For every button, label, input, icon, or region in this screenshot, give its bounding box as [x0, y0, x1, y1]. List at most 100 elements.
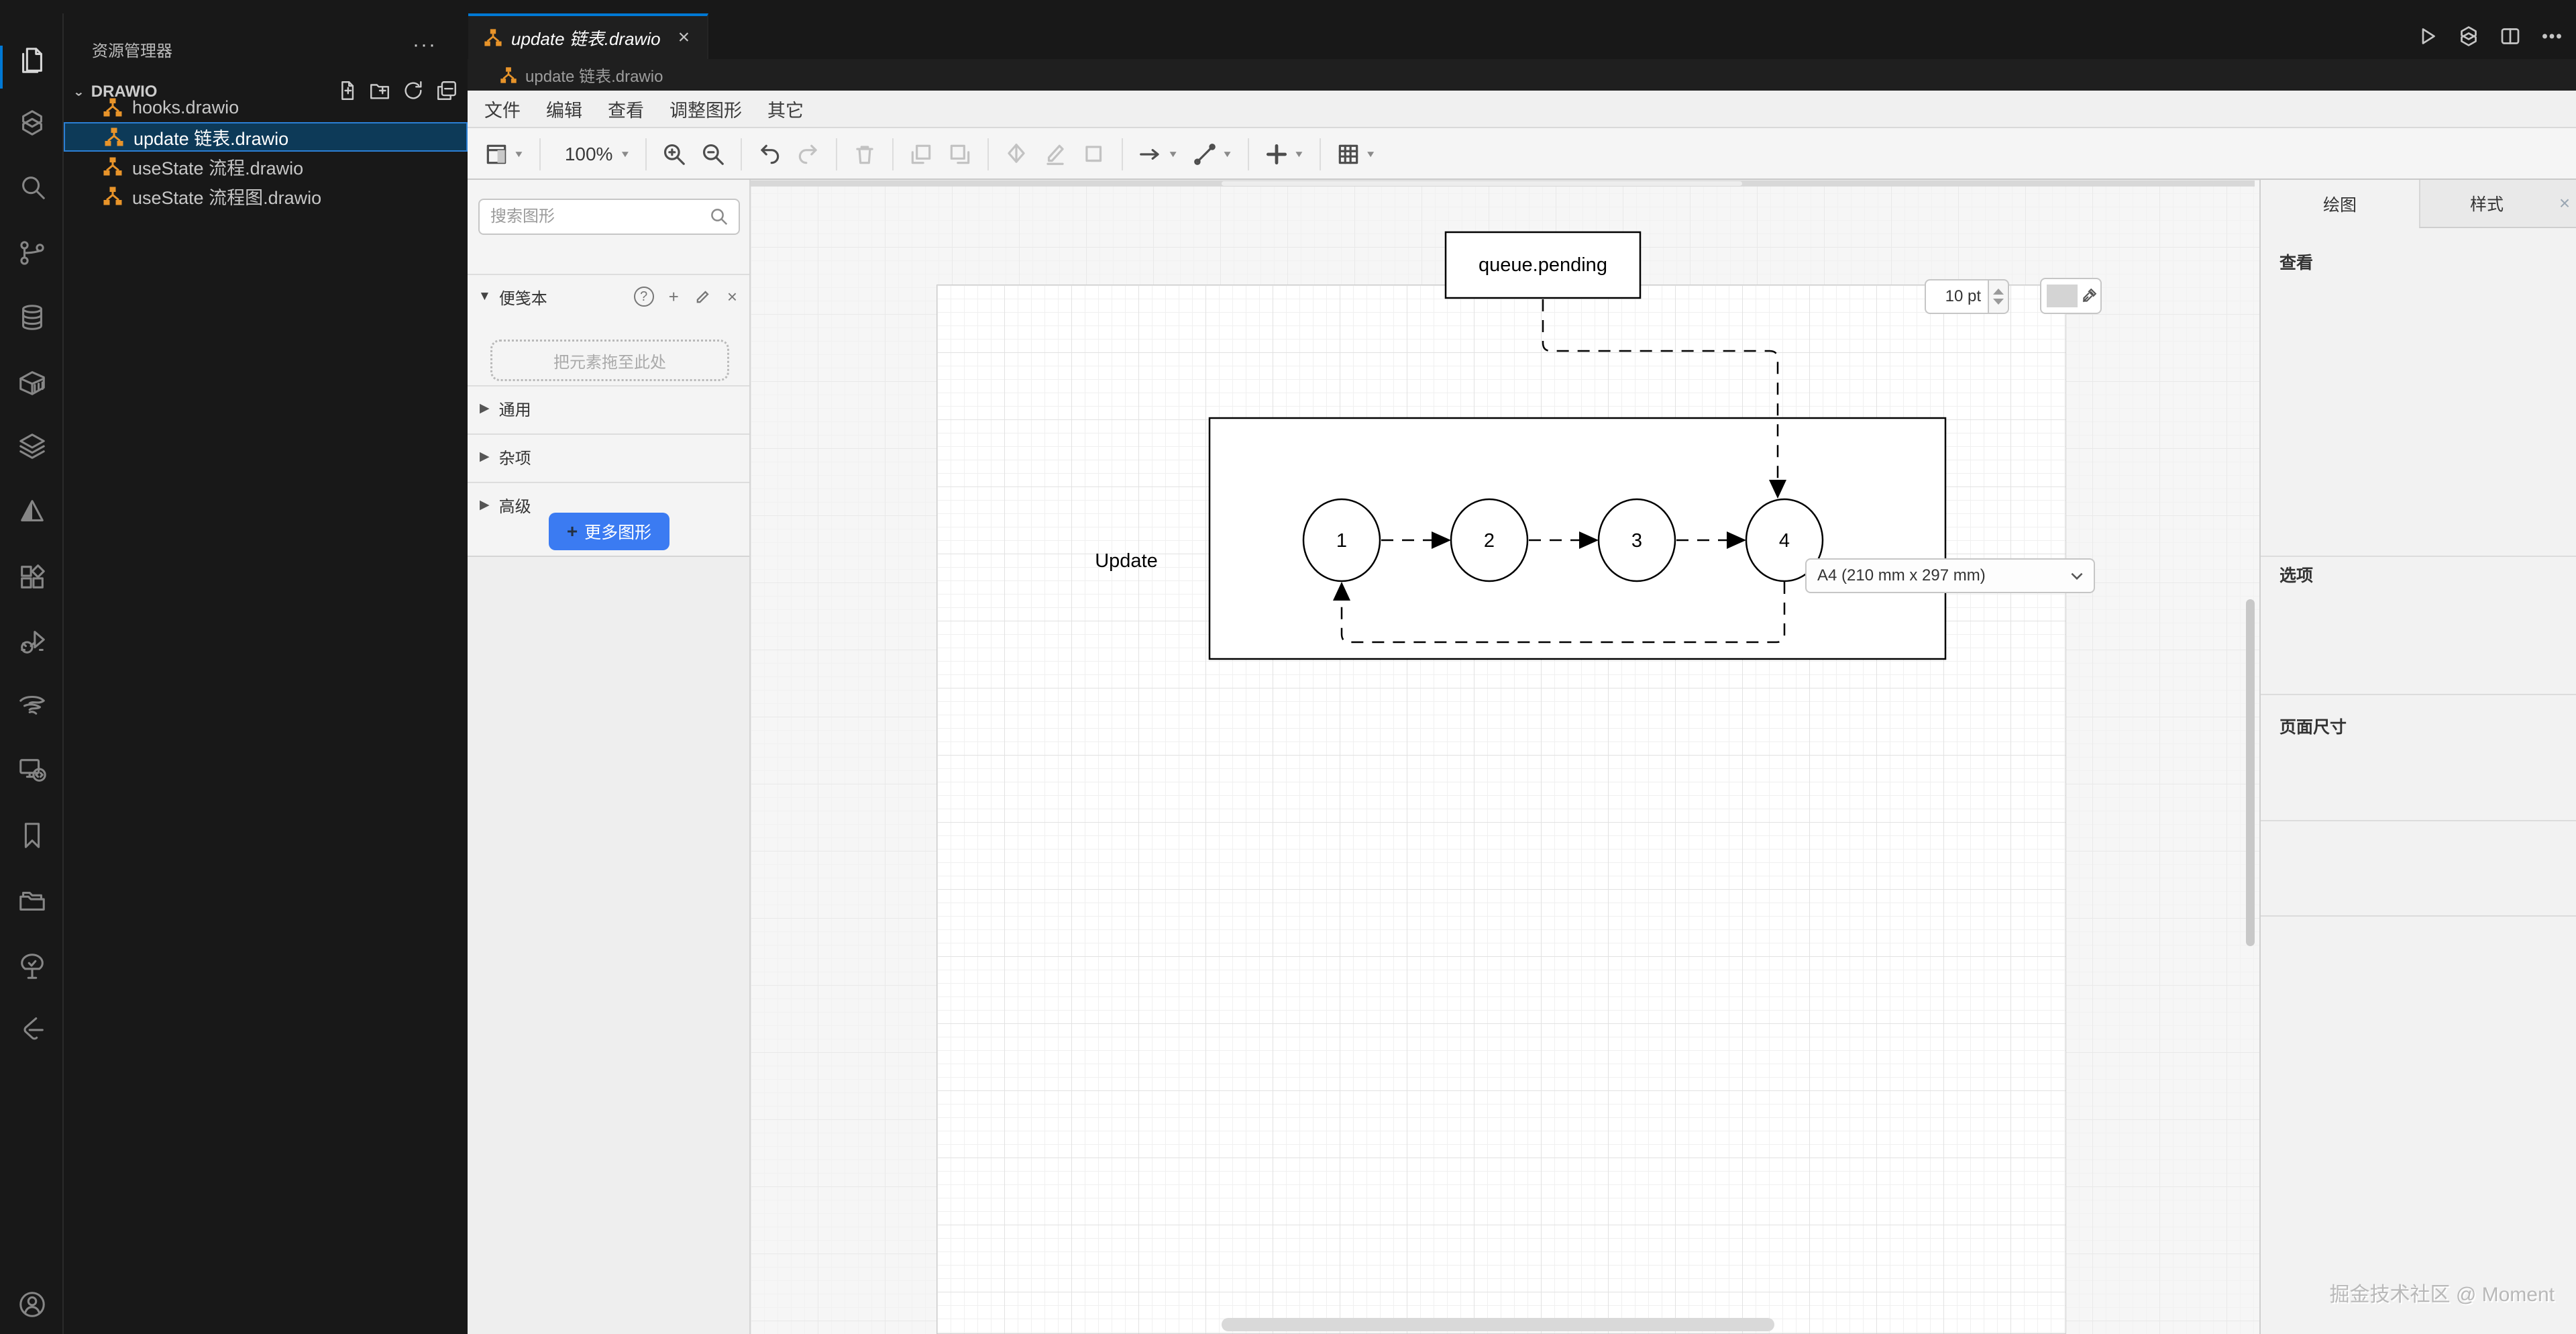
grid-size-input[interactable]: 10 pt [1925, 279, 1989, 314]
container-box-icon [19, 371, 45, 395]
line-color-button[interactable] [1036, 134, 1075, 174]
format-panel: 绘图 样式 × 查看 ✓ 网格 ✓ 页面视图 背景 更改... 背景色 阴影 选… [2259, 180, 2576, 1334]
view-button[interactable]: ▼ [477, 134, 531, 174]
page-view-icon [486, 144, 506, 164]
zoom-out-button[interactable] [694, 134, 733, 174]
to-front-icon [912, 144, 931, 164]
file-row-hooks[interactable]: hooks.drawio [64, 93, 468, 122]
zoom-level-button[interactable]: 100% ▼ [549, 134, 637, 174]
to-front-button[interactable] [902, 134, 941, 174]
zoom-in-button[interactable] [655, 134, 694, 174]
scratchpad-dropzone[interactable]: 把元素拖至此处 [490, 340, 729, 381]
menu-file[interactable]: 文件 [484, 96, 521, 122]
activity-item-blocks[interactable] [0, 546, 64, 608]
chevron-right-icon: ▶ [480, 497, 490, 512]
account-icon [19, 1292, 45, 1317]
delete-button[interactable] [845, 134, 884, 174]
grid-size-stepper[interactable] [1989, 279, 2009, 314]
activity-item-explorer[interactable] [0, 30, 64, 91]
chevron-down-icon: ▼ [1167, 148, 1179, 159]
chevron-down-icon: ▼ [1364, 148, 1377, 159]
chevron-down-icon: ▼ [1293, 148, 1305, 159]
search-icon [709, 207, 729, 230]
breadcrumb-file: update 链表.drawio [525, 68, 663, 86]
scrollbar-thumb[interactable] [1222, 181, 1742, 186]
page-size-select[interactable]: A4 (210 mm x 297 mm) [1805, 558, 2095, 593]
menu-extras[interactable]: 其它 [767, 96, 804, 122]
menu-edit[interactable]: 编辑 [546, 96, 582, 122]
tab-style[interactable]: 样式 [2419, 180, 2553, 228]
explorer-more-actions[interactable]: ··· [413, 34, 437, 56]
tree-icon [20, 954, 44, 979]
section-label: 通用 [498, 401, 531, 419]
activity-item-accounts[interactable] [0, 1274, 64, 1334]
activity-item-chatgpt[interactable] [0, 92, 64, 154]
file-row-update-linkedlist[interactable]: update 链表.drawio [64, 122, 468, 152]
activity-item-todo-tree[interactable] [0, 935, 64, 997]
activity-item-search[interactable] [0, 157, 64, 219]
canvas-top-scroll-strip[interactable] [751, 181, 2255, 187]
vertical-scrollbar[interactable] [2246, 599, 2255, 946]
drawio-file-icon [103, 187, 122, 205]
split-editor-icon[interactable] [2498, 24, 2522, 48]
close-icon[interactable]: × [727, 287, 737, 307]
shadow-icon [1085, 145, 1102, 162]
activity-item-remote-explorer[interactable] [0, 739, 64, 801]
help-icon[interactable]: ? [633, 287, 654, 307]
activity-item-tornado[interactable] [0, 674, 64, 735]
fill-color-button[interactable] [997, 134, 1036, 174]
spinner-up-icon[interactable] [1993, 289, 2004, 295]
activity-item-layers[interactable] [0, 415, 64, 477]
connection-button[interactable]: ▼ [1131, 134, 1185, 174]
horizontal-scrollbar[interactable] [1222, 1318, 1774, 1331]
diagram-canvas[interactable]: Update queue.pending 1 2 3 4 [751, 180, 2259, 1334]
activity-item-leetcode[interactable] [0, 998, 64, 1060]
layers-icon [19, 433, 45, 459]
editor-tab-bar: update 链表.drawio × [468, 13, 2576, 59]
add-icon[interactable]: + [669, 287, 679, 307]
activity-item-pyramid[interactable] [0, 480, 64, 542]
files-icon [21, 48, 42, 73]
activity-item-container[interactable] [0, 352, 64, 413]
run-icon[interactable] [2415, 24, 2439, 48]
undo-button[interactable] [750, 134, 789, 174]
activity-item-project-manager[interactable] [0, 870, 64, 931]
divider [2261, 556, 2576, 557]
chevron-down-icon: ▼ [478, 289, 491, 303]
breadcrumb[interactable]: update 链表.drawio [468, 59, 2576, 91]
search-input[interactable] [478, 199, 740, 235]
table-button[interactable]: ▼ [1329, 134, 1383, 174]
menu-arrange[interactable]: 调整图形 [669, 96, 742, 122]
diagram-layer: Update queue.pending 1 2 3 4 [1095, 231, 1947, 660]
openai-icon[interactable] [2457, 24, 2481, 48]
connection-arrow-icon [1140, 148, 1159, 160]
edit-pencil-icon[interactable] [694, 287, 712, 306]
file-row-usestate-flow[interactable]: useState 流程.drawio [64, 152, 468, 181]
activity-item-source-control[interactable] [0, 222, 64, 284]
close-icon[interactable]: × [678, 26, 690, 49]
close-icon[interactable]: × [2553, 180, 2576, 228]
tab-diagram[interactable]: 绘图 [2261, 180, 2419, 228]
activity-item-database[interactable] [0, 287, 64, 348]
activity-item-bookmarks[interactable] [0, 805, 64, 866]
to-back-button[interactable] [941, 134, 979, 174]
options-section-header: 选项 [2279, 566, 2314, 585]
insert-button[interactable]: ▼ [1257, 134, 1311, 174]
database-icon [21, 305, 42, 330]
drawio-file-icon [103, 98, 122, 117]
tab-update-linkedlist[interactable]: update 链表.drawio × [468, 13, 708, 59]
file-row-usestate-flowchart[interactable]: useState 流程图.drawio [64, 181, 468, 211]
menu-view[interactable]: 查看 [608, 96, 644, 122]
redo-button[interactable] [789, 134, 828, 174]
scratchpad-header[interactable]: ▼ 便笺本 ? + × [468, 274, 749, 318]
waypoints-button[interactable]: ▼ [1185, 134, 1240, 174]
ellipsis-icon[interactable] [2540, 24, 2564, 48]
section-general[interactable]: ▶ 通用 [468, 385, 749, 429]
activity-item-debug[interactable] [0, 611, 64, 673]
shadow-button[interactable] [1075, 134, 1114, 174]
trash-icon [856, 145, 873, 164]
more-shapes-button[interactable]: + 更多图形 [549, 513, 669, 550]
spinner-down-icon[interactable] [1993, 299, 2004, 305]
section-misc[interactable]: ▶ 杂项 [468, 433, 749, 478]
grid-color-button[interactable] [2040, 278, 2102, 314]
